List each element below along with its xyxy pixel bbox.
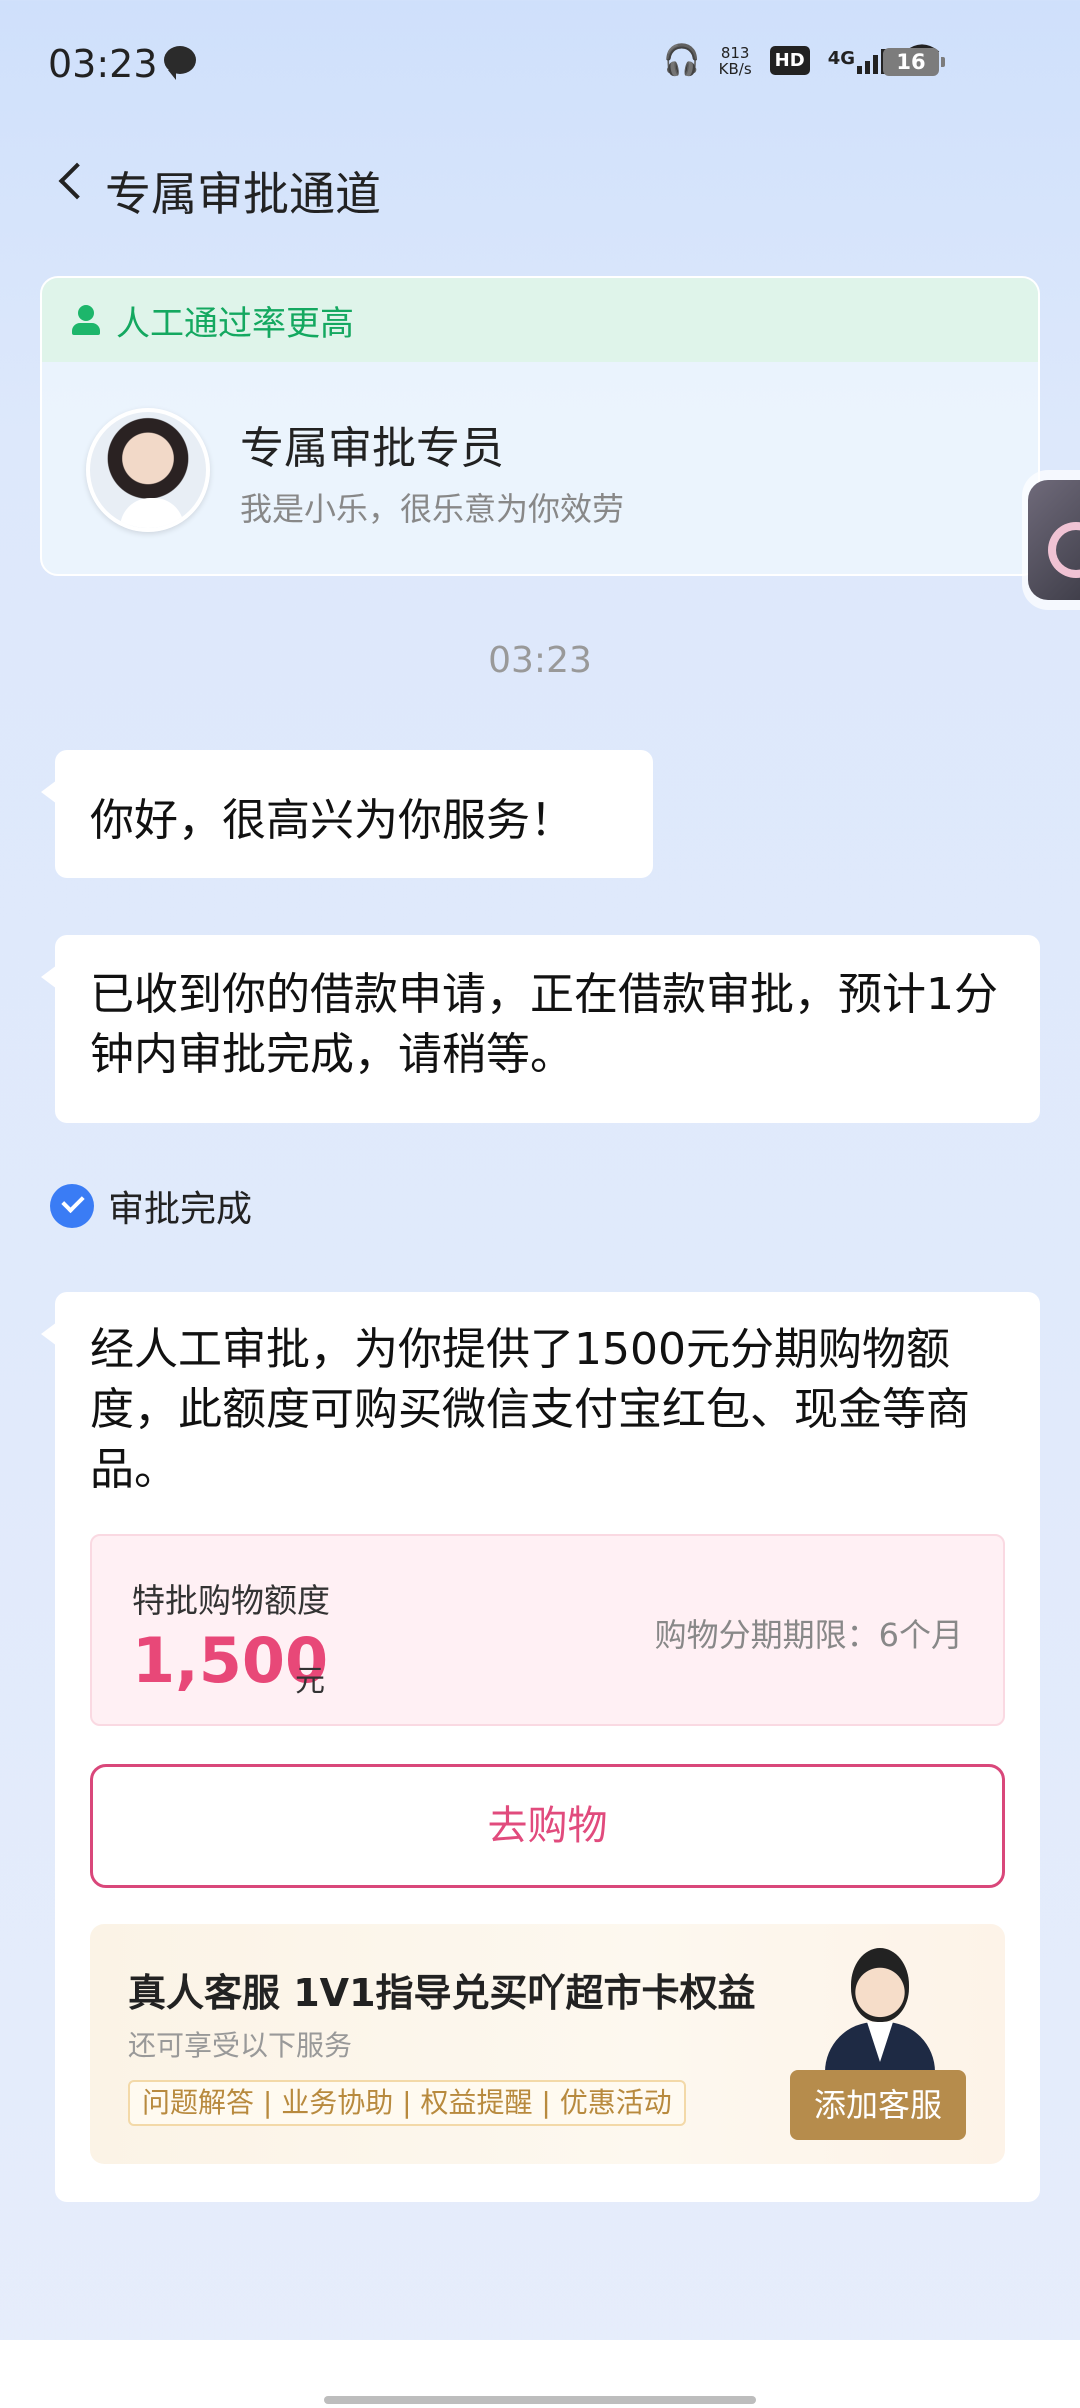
message-text: 已收到你的借款申请，正在借款审批，预计1分钟内审批完成，请稍等。 <box>90 969 998 1080</box>
quota-label: 特批购物额度 <box>132 1581 330 1620</box>
chat-bubble-result: 经人工审批，为你提供了1500元分期购物额度，此额度可购买微信支付宝红包、现金等… <box>41 1292 1040 2202</box>
battery-icon: 16 <box>883 48 945 76</box>
go-shopping-button[interactable]: 去购物 <box>90 1764 1005 1888</box>
hd-icon: HD <box>769 46 810 75</box>
person-icon <box>70 303 102 337</box>
net-speed: 813 KB/s <box>719 45 752 77</box>
net-speed-unit: KB/s <box>718 59 752 78</box>
back-icon[interactable] <box>50 154 110 214</box>
check-icon <box>50 1184 94 1228</box>
status-bar: 03:23 🎧 813 KB/s HD 4G 16 <box>0 0 1080 130</box>
agent-banner: 人工通过率更高 <box>42 278 1038 362</box>
approval-status: 审批完成 <box>50 1180 252 1232</box>
agent-name: 专属审批专员 <box>240 423 504 474</box>
home-indicator[interactable] <box>324 2396 756 2404</box>
net-speed-value: 813 <box>720 43 750 62</box>
result-message: 经人工审批，为你提供了1500元分期购物额度，此额度可购买微信支付宝红包、现金等… <box>90 1324 970 1495</box>
service-tags: 问题解答 | 业务协助 | 权益提醒 | 优惠活动 <box>128 2080 686 2126</box>
agent-avatar <box>86 408 210 532</box>
agent-description: 我是小乐，很乐意为你效劳 <box>240 490 625 528</box>
message-timestamp: 03:23 <box>488 640 592 681</box>
add-service-button[interactable]: 添加客服 <box>790 2070 966 2140</box>
headphones-icon: 🎧 <box>663 42 701 78</box>
page-title: 专属审批通道 <box>105 167 381 221</box>
quota-box: 特批购物额度 1,500 元 购物分期期限：6个月 <box>90 1534 1005 1726</box>
service-subtitle: 还可享受以下服务 <box>128 2029 353 2062</box>
agent-card: 人工通过率更高 专属审批专员 我是小乐，很乐意为你效劳 <box>40 276 1040 576</box>
chat-bubble-greeting: 你好，很高兴为你服务！ <box>41 750 653 878</box>
chat-notification-icon <box>164 46 196 80</box>
chat-bubble-processing: 已收到你的借款申请，正在借款审批，预计1分钟内审批完成，请稍等。 <box>41 935 1040 1123</box>
message-text: 你好，很高兴为你服务！ <box>90 795 574 846</box>
floating-app-button[interactable] <box>1022 470 1080 610</box>
quota-term: 购物分期期限：6个月 <box>654 1616 963 1654</box>
status-time: 03:23 <box>48 42 158 86</box>
approval-status-text: 审批完成 <box>108 1189 253 1230</box>
cell-signal-icon: 4G <box>828 48 886 74</box>
header: 专属审批通道 <box>0 130 1080 240</box>
service-title: 真人客服 1V1指导兑买吖超市卡权益 <box>128 1971 756 2015</box>
quota-unit: 元 <box>295 1664 325 1699</box>
customer-service-card: 真人客服 1V1指导兑买吖超市卡权益 还可享受以下服务 问题解答 | 业务协助 … <box>90 1924 1005 2164</box>
banner-text: 人工通过率更高 <box>116 303 354 344</box>
floating-app-icon <box>1028 480 1080 600</box>
network-type: 4G <box>827 47 855 69</box>
